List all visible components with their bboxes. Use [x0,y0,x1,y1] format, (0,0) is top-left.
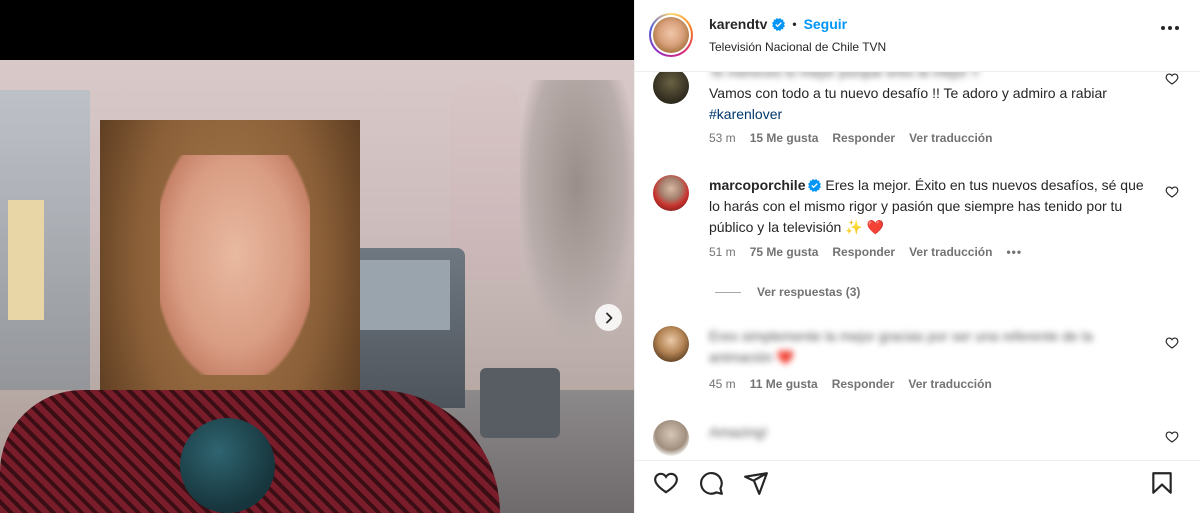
media-letterbox [0,0,634,60]
chevron-right-icon [605,312,612,323]
comment-meta: 51 m 75 Me gusta Responder Ver traducció… [709,245,1022,259]
comment-time[interactable]: 53 m [709,131,736,145]
heart-icon [654,472,678,494]
commenter-avatar[interactable] [653,72,689,104]
follow-button[interactable]: Seguir [804,16,848,32]
comments-list: Te mereces lo mejor porque eres la mejor… [635,72,1200,460]
more-options-button[interactable] [1161,26,1179,30]
comment-text-cutoff: Te mereces lo mejor porque eres la mejor… [709,72,979,80]
comment-icon [700,472,723,495]
translate-button[interactable]: Ver traducción [908,377,991,391]
comment-button[interactable] [698,470,726,498]
header-separator: • [792,17,797,31]
heart-icon[interactable] [1165,72,1179,86]
comment-text: marcoporchile Eres la mejor. Éxito en tu… [709,177,1144,235]
author-username[interactable]: karendtv [709,16,767,32]
hashtag-link[interactable]: #karenlover [709,106,782,122]
heart-icon[interactable] [1165,185,1179,199]
heart-icon[interactable] [1165,336,1179,350]
bookmark-icon [1152,472,1172,494]
verified-icon [808,179,822,192]
comment-meta: 53 m 15 Me gusta Responder Ver traducció… [709,131,992,145]
share-button[interactable] [743,470,771,498]
comment-text: Amazing! [709,424,768,440]
reply-button[interactable]: Responder [832,377,895,391]
comment-username[interactable]: marcoporchile [709,177,822,193]
comment-likes[interactable]: 11 Me gusta [750,377,818,391]
post-photo [0,60,634,513]
post-actions-bar [635,460,1200,513]
share-icon [744,472,768,495]
comment-text: Eres simplemente la mejor gracias por se… [709,328,1093,365]
commenter-avatar[interactable] [653,326,689,362]
comment-time[interactable]: 45 m [709,377,736,391]
comment-text: Te mereces lo mejor porque eres la mejor… [709,72,1149,125]
comment-meta: 45 m 11 Me gusta Responder Ver traducció… [709,377,992,391]
post-header: karendtv • Seguir Televisión Nacional de… [635,0,1200,72]
post-panel: karendtv • Seguir Televisión Nacional de… [634,0,1200,513]
verified-icon [772,17,786,31]
commenter-avatar[interactable] [653,175,689,211]
commenter-avatar[interactable] [653,420,689,456]
more-icon [1161,26,1165,30]
comment-more-button[interactable]: ••• [1006,245,1022,259]
next-media-button[interactable] [595,304,622,331]
translate-button[interactable]: Ver traducción [909,245,992,259]
reply-button[interactable]: Responder [832,131,895,145]
comment-time[interactable]: 51 m [709,245,736,259]
translate-button[interactable]: Ver traducción [909,131,992,145]
like-button[interactable] [653,470,681,498]
comment-likes[interactable]: 15 Me gusta [750,131,819,145]
heart-icon[interactable] [1165,430,1179,444]
post-media[interactable] [0,0,634,513]
comment-likes[interactable]: 75 Me gusta [750,245,819,259]
author-avatar[interactable] [649,13,693,57]
view-replies-button[interactable]: Ver respuestas (3) [715,285,860,299]
save-button[interactable] [1149,470,1177,498]
reply-button[interactable]: Responder [832,245,895,259]
author-subtitle[interactable]: Televisión Nacional de Chile TVN [709,40,886,54]
